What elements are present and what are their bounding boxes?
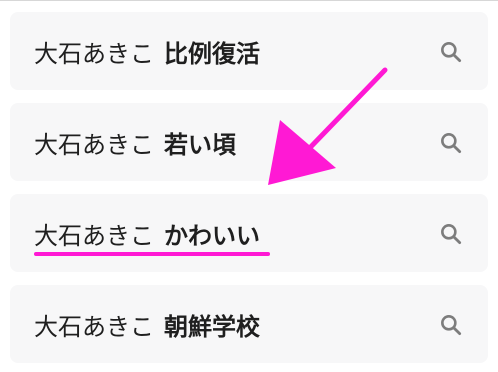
- suggestion-completion: 若い頃: [164, 130, 236, 159]
- search-icon[interactable]: [438, 39, 464, 65]
- suggestion-text: 大石あきこ 朝鮮学校: [34, 285, 260, 363]
- search-icon[interactable]: [438, 221, 464, 247]
- search-icon[interactable]: [438, 130, 464, 156]
- suggestion-text: 大石あきこ かわいい: [34, 194, 260, 272]
- suggestion-item-2[interactable]: 大石あきこ 若い頃: [10, 103, 488, 181]
- search-icon[interactable]: [438, 312, 464, 338]
- suggestion-item-3[interactable]: 大石あきこ かわいい: [10, 194, 488, 272]
- suggestion-query: 大石あきこ: [34, 130, 154, 159]
- suggestion-query: 大石あきこ: [34, 221, 154, 250]
- suggestion-item-4[interactable]: 大石あきこ 朝鮮学校: [10, 285, 488, 363]
- suggestion-text: 大石あきこ 若い頃: [34, 103, 236, 181]
- suggestion-completion: 比例復活: [164, 39, 260, 68]
- suggestion-item-1[interactable]: 大石あきこ 比例復活: [10, 12, 488, 90]
- suggestion-text: 大石あきこ 比例復活: [34, 12, 260, 90]
- suggestion-query: 大石あきこ: [34, 312, 154, 341]
- top-divider: [0, 0, 498, 1]
- highlight-underline: [34, 252, 270, 256]
- suggestion-completion: かわいい: [164, 221, 260, 250]
- suggestion-completion: 朝鮮学校: [164, 312, 260, 341]
- suggestion-query: 大石あきこ: [34, 39, 154, 68]
